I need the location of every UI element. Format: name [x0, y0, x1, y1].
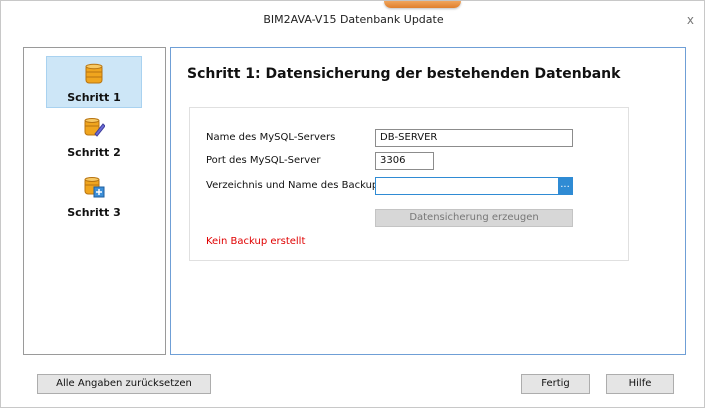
server-name-label: Name des MySQL-Servers — [206, 132, 336, 143]
decorative-tab — [384, 1, 461, 8]
port-label: Port des MySQL-Server — [206, 155, 321, 166]
backup-path-label: Verzeichnis und Name des Backup — [206, 180, 379, 191]
create-backup-button[interactable]: Datensicherung erzeugen — [375, 209, 573, 227]
backup-status-text: Kein Backup erstellt — [206, 236, 306, 247]
page-title: Schritt 1: Datensicherung der bestehende… — [187, 66, 621, 82]
reset-all-button[interactable]: Alle Angaben zurücksetzen — [37, 374, 211, 394]
sidebar-step-2[interactable]: Schritt 2 — [46, 116, 142, 166]
sidebar-step-3[interactable]: Schritt 3 — [46, 176, 142, 226]
sidebar-step-label: Schritt 1 — [67, 91, 121, 104]
dialog-window: BIM2AVA-V15 Datenbank Update x Schritt 1 — [0, 0, 705, 408]
help-button[interactable]: Hilfe — [606, 374, 674, 394]
close-icon[interactable]: x — [687, 13, 694, 27]
backup-path-input[interactable]: ... — [375, 177, 573, 195]
database-update-icon — [83, 176, 105, 198]
step-sidebar: Schritt 1 Schritt 2 Schritt 3 — [23, 47, 166, 355]
window-title: BIM2AVA-V15 Datenbank Update — [263, 13, 444, 26]
sidebar-step-label: Schritt 3 — [67, 206, 121, 219]
database-edit-icon — [83, 116, 106, 138]
browse-button[interactable]: ... — [558, 178, 572, 194]
step-content-panel: Schritt 1: Datensicherung der bestehende… — [170, 47, 686, 355]
database-icon — [83, 63, 105, 85]
sidebar-step-1[interactable]: Schritt 1 — [46, 56, 142, 108]
port-input[interactable]: 3306 — [375, 152, 434, 170]
sidebar-step-label: Schritt 2 — [67, 146, 121, 159]
finish-button[interactable]: Fertig — [521, 374, 590, 394]
server-name-input[interactable]: DB-SERVER — [375, 129, 573, 147]
backup-settings-group: Name des MySQL-Servers DB-SERVER Port de… — [189, 107, 629, 261]
